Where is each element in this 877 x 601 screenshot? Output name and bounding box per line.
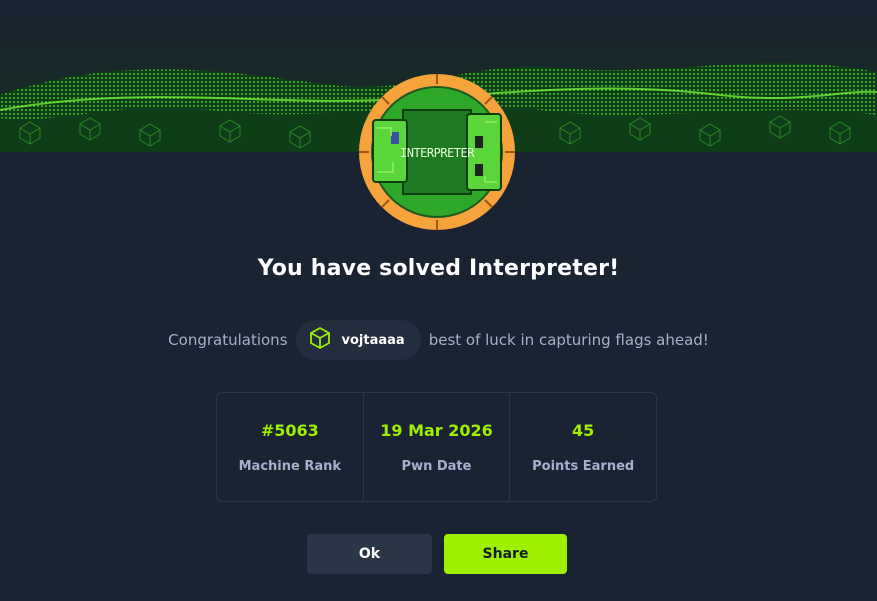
share-button[interactable]: Share bbox=[444, 534, 567, 574]
hackthebox-cube-icon bbox=[308, 326, 332, 354]
modal-title: You have solved Interpreter! bbox=[257, 256, 620, 281]
stat-label: Machine Rank bbox=[238, 459, 342, 474]
stat-label: Pwn Date bbox=[401, 459, 472, 474]
ok-button[interactable]: Ok bbox=[307, 534, 432, 574]
stat-points-earned: 45 Points Earned bbox=[510, 393, 656, 501]
stat-value: #5063 bbox=[260, 421, 319, 440]
badge-label: INTERPRETER bbox=[400, 146, 475, 160]
congrats-message: Congratulations vojtaaaa best of luck in… bbox=[0, 320, 877, 360]
congrats-suffix: best of luck in capturing flags ahead! bbox=[428, 331, 709, 349]
user-chip[interactable]: vojtaaaa bbox=[295, 320, 421, 360]
stat-label: Points Earned bbox=[532, 459, 635, 474]
stats-panel: #5063 Machine Rank 19 Mar 2026 Pwn Date … bbox=[216, 392, 657, 502]
stat-value: 45 bbox=[572, 421, 595, 440]
stat-machine-rank: #5063 Machine Rank bbox=[217, 393, 364, 501]
congrats-prefix: Congratulations bbox=[168, 331, 288, 349]
stat-value: 19 Mar 2026 bbox=[380, 421, 493, 440]
machine-badge: INTERPRETER bbox=[357, 72, 517, 232]
username: vojtaaaa bbox=[341, 332, 405, 348]
stat-pwn-date: 19 Mar 2026 Pwn Date bbox=[364, 393, 511, 501]
